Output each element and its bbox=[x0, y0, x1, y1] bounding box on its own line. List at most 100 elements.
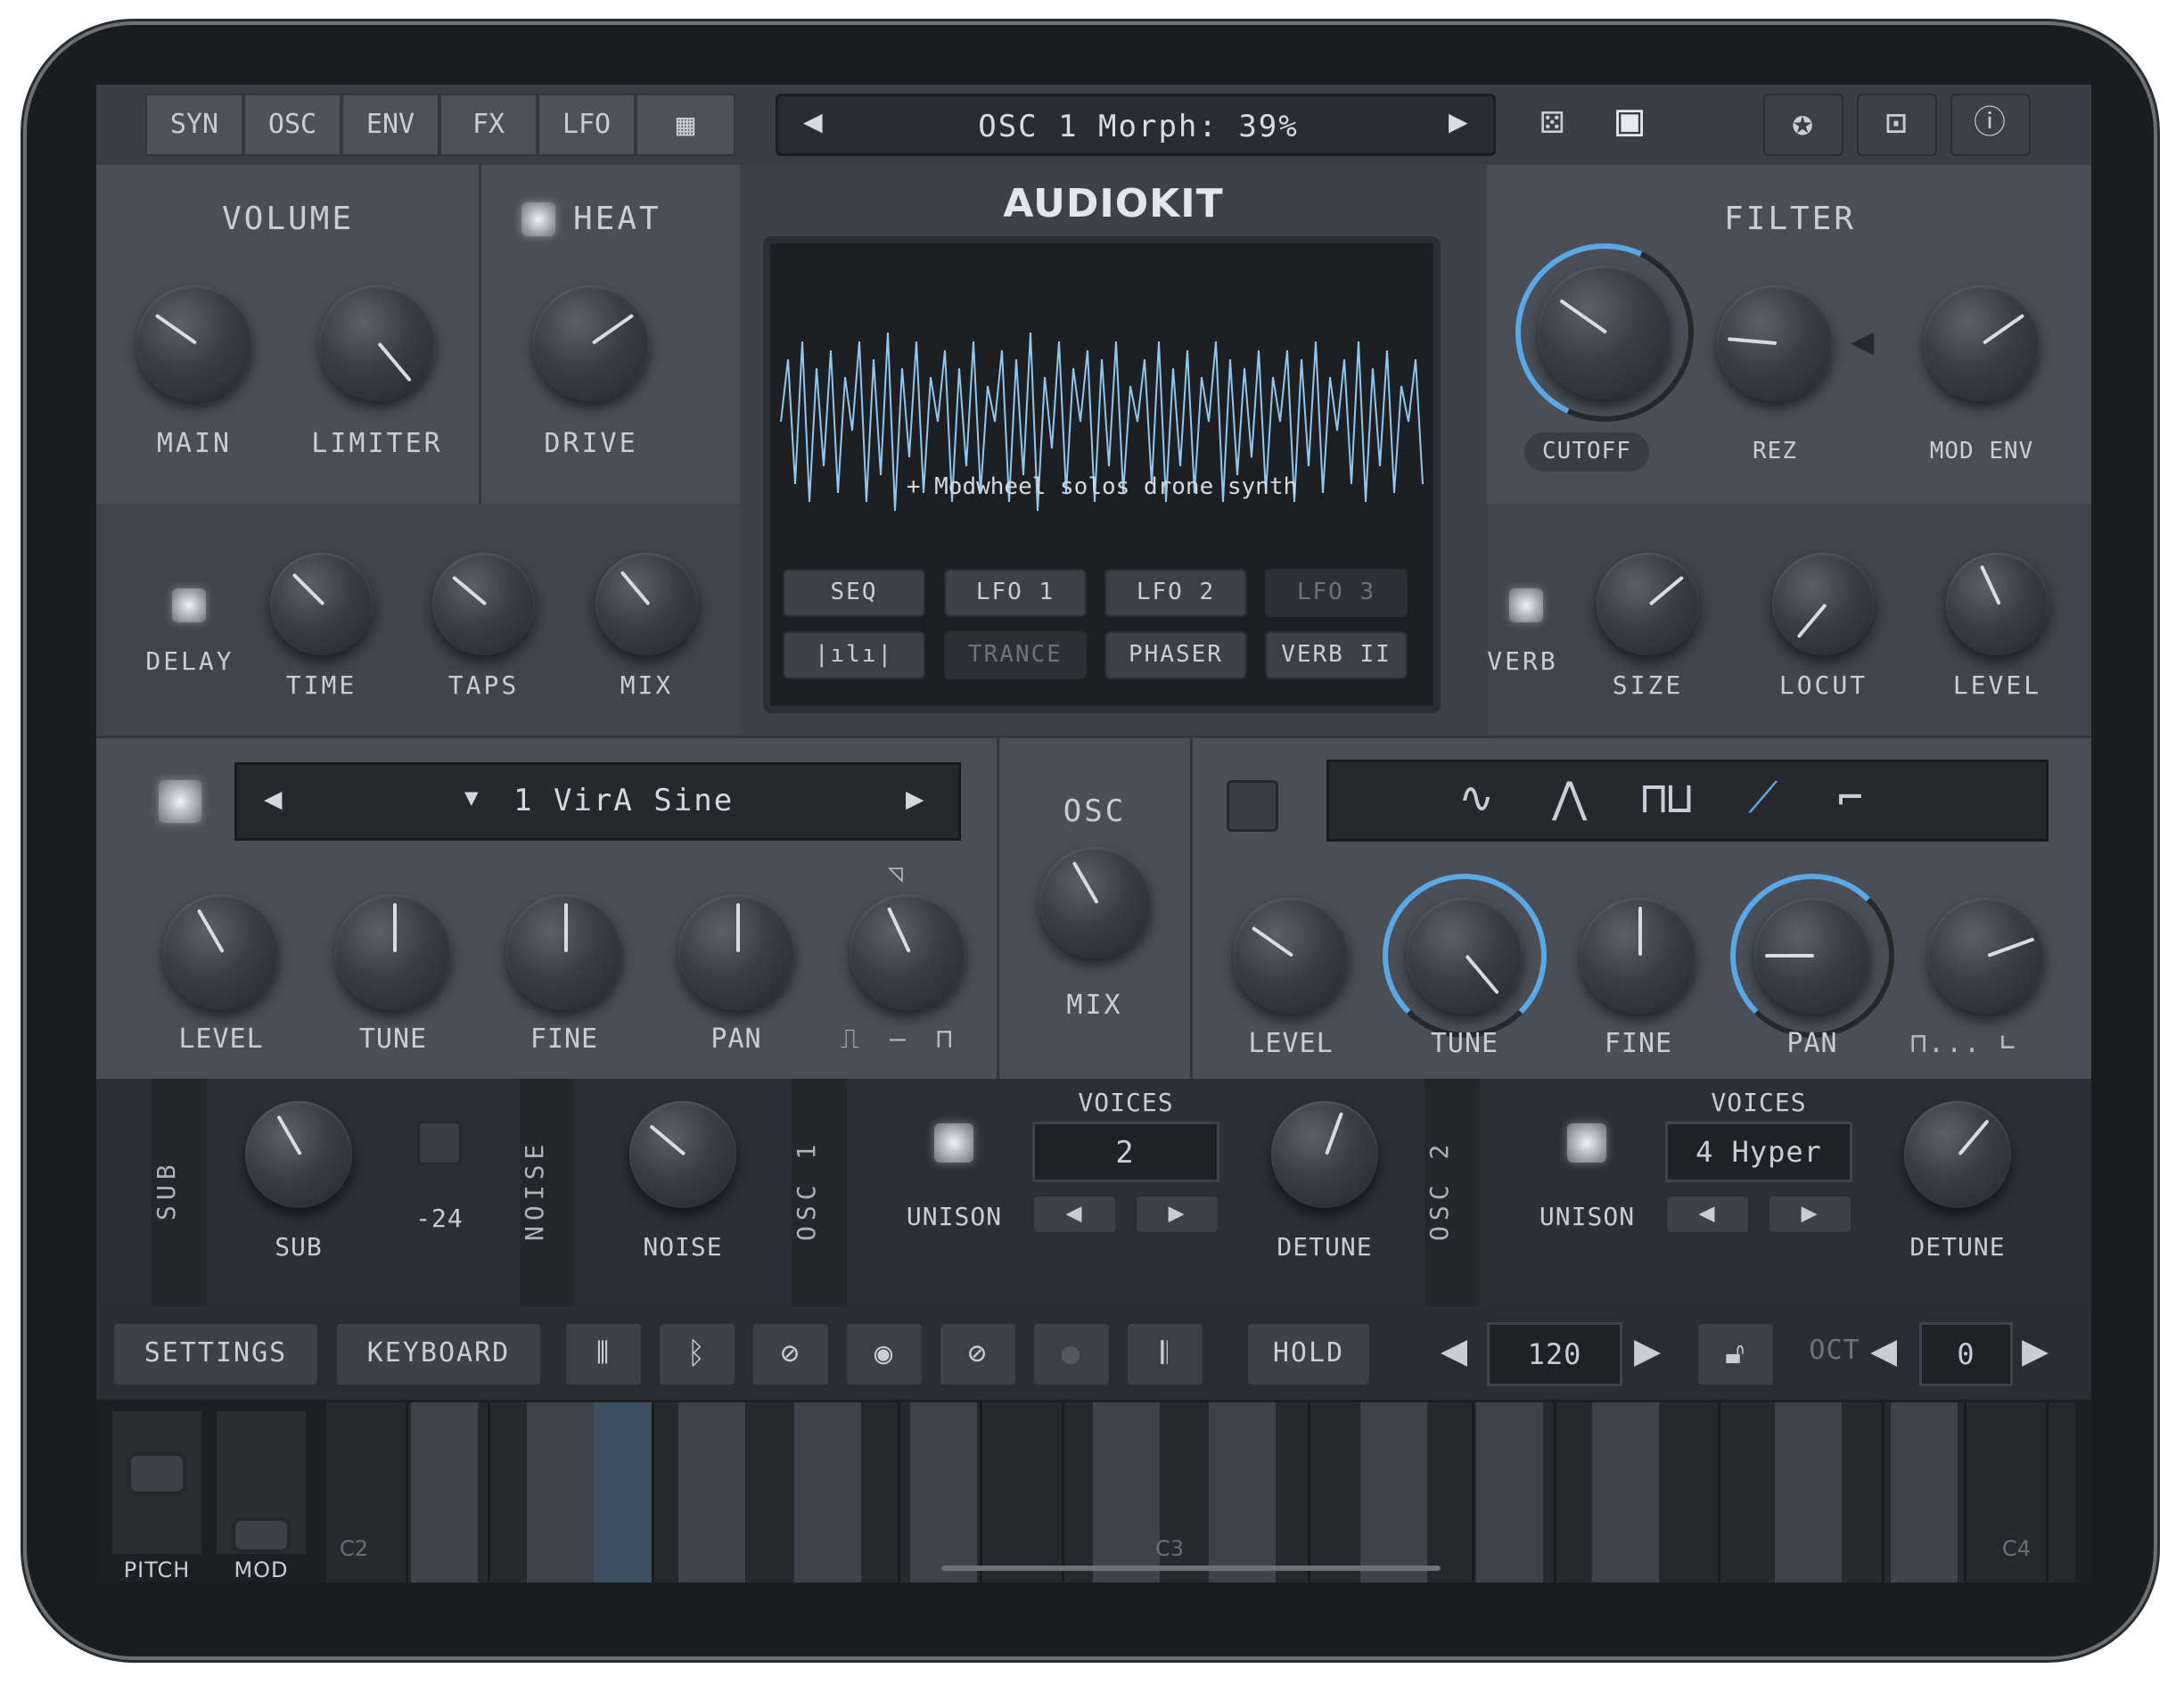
heat-toggle[interactable] bbox=[521, 202, 555, 236]
sine-wave-icon[interactable]: ∿ bbox=[1458, 773, 1494, 823]
osc2-voices-prev-icon[interactable]: ◀ bbox=[1665, 1195, 1750, 1234]
osc2-voices-next-icon[interactable]: ▶ bbox=[1768, 1195, 1852, 1234]
waveform-view-icon[interactable]: |ılı| bbox=[783, 631, 925, 679]
tab-lfo[interactable]: LFO bbox=[538, 94, 636, 156]
verb-level-knob[interactable] bbox=[1946, 553, 2049, 655]
hold-button[interactable]: HOLD bbox=[1246, 1322, 1371, 1386]
verb2-button[interactable]: VERB II bbox=[1265, 631, 1408, 679]
piano-key-black[interactable] bbox=[1592, 1402, 1659, 1582]
dice-icon[interactable]: ⚄ bbox=[1540, 97, 1564, 143]
osc1-detune-knob[interactable] bbox=[1271, 1101, 1378, 1208]
osc1-toggle[interactable] bbox=[159, 780, 201, 823]
audiobus-icon[interactable]: ✪ bbox=[1763, 94, 1843, 156]
verb-toggle[interactable] bbox=[1509, 588, 1543, 622]
osc1-fine-knob[interactable] bbox=[506, 894, 622, 1010]
drive-knob[interactable] bbox=[533, 285, 649, 401]
delay-toggle[interactable] bbox=[172, 588, 206, 622]
osc2-detune-knob[interactable] bbox=[1904, 1101, 2011, 1208]
pitch-wheel-handle[interactable] bbox=[127, 1451, 187, 1496]
trance-button[interactable]: TRANCE bbox=[944, 631, 1087, 679]
piano-icon[interactable]: 𝄃 bbox=[1126, 1322, 1204, 1386]
osc-mix-knob[interactable] bbox=[1039, 847, 1151, 958]
piano-key-black[interactable] bbox=[1476, 1402, 1543, 1582]
delay-taps-knob[interactable] bbox=[432, 553, 535, 655]
osc1-tune-knob[interactable] bbox=[335, 894, 451, 1010]
osc2-pan-knob[interactable] bbox=[1754, 898, 1870, 1014]
osc2-fine-knob[interactable] bbox=[1581, 898, 1696, 1014]
piano-key-black[interactable] bbox=[527, 1402, 594, 1582]
tempo-display[interactable]: 120 bbox=[1487, 1322, 1622, 1386]
mod-wheel-handle[interactable] bbox=[231, 1516, 291, 1554]
mod-env-knob[interactable] bbox=[1924, 285, 2040, 401]
osc1-prev-icon[interactable]: ◀ bbox=[264, 781, 282, 817]
settings-button[interactable]: SETTINGS bbox=[112, 1322, 319, 1386]
midi-icon[interactable]: ◉ bbox=[845, 1322, 924, 1386]
octave-up-icon[interactable]: ▶ bbox=[2022, 1324, 2049, 1376]
window-icon[interactable]: ⊡ bbox=[1857, 94, 1937, 156]
osc1-next-icon[interactable]: ▶ bbox=[906, 781, 924, 817]
bluetooth-icon[interactable]: ᛒ bbox=[658, 1322, 736, 1386]
piano-key-black[interactable] bbox=[1093, 1402, 1160, 1582]
unlock-icon[interactable]: 🔓︎ bbox=[1696, 1322, 1775, 1386]
tab-osc[interactable]: OSC bbox=[243, 94, 341, 156]
seq-button[interactable]: SEQ bbox=[783, 569, 925, 617]
pulse-wave-icon[interactable]: ⌐ bbox=[1837, 773, 1863, 823]
piano-key[interactable] bbox=[2049, 1402, 2075, 1582]
link-icon[interactable]: ⊘ bbox=[751, 1322, 830, 1386]
piano-key-black[interactable] bbox=[411, 1402, 478, 1582]
sliders-icon[interactable]: ⫴ bbox=[564, 1322, 643, 1386]
piano-key-black[interactable] bbox=[910, 1402, 977, 1582]
osc1-morph-knob[interactable] bbox=[850, 894, 965, 1010]
piano-key[interactable] bbox=[982, 1402, 1064, 1582]
tab-fx[interactable]: FX bbox=[439, 94, 538, 156]
osc2-toggle[interactable] bbox=[1227, 780, 1278, 832]
square-wave-icon[interactable]: ⊓⊔ bbox=[1641, 773, 1693, 823]
panic-icon[interactable]: ⊘ bbox=[939, 1322, 1017, 1386]
keyboard-button[interactable]: KEYBOARD bbox=[335, 1322, 542, 1386]
save-icon[interactable]: ▣ bbox=[1616, 94, 1643, 145]
piano-key-black[interactable] bbox=[1209, 1402, 1276, 1582]
tempo-down-icon[interactable]: ◀ bbox=[1441, 1324, 1467, 1376]
lfo1-button[interactable]: LFO 1 bbox=[944, 569, 1087, 617]
osc1-level-knob[interactable] bbox=[163, 894, 279, 1010]
piano-key-black[interactable] bbox=[678, 1402, 745, 1582]
osc2-tune-knob[interactable] bbox=[1407, 898, 1523, 1014]
osc1-voices-next-icon[interactable]: ▶ bbox=[1135, 1195, 1219, 1234]
mod-wheel[interactable] bbox=[217, 1411, 306, 1554]
saw-wave-icon[interactable]: ⟋ bbox=[1748, 773, 1778, 824]
grid-menu-icon[interactable]: ▦ bbox=[636, 94, 735, 156]
osc1-wave-selector[interactable]: ◀ ▼ 1 VirA Sine ▶ bbox=[234, 762, 961, 841]
osc2-shape-knob[interactable] bbox=[1928, 898, 2044, 1014]
triangle-wave-icon[interactable]: ⋀ bbox=[1552, 773, 1587, 823]
home-indicator[interactable] bbox=[941, 1566, 1441, 1571]
noise-knob[interactable] bbox=[629, 1101, 736, 1208]
osc1-voices-prev-icon[interactable]: ◀ bbox=[1032, 1195, 1117, 1234]
limiter-knob[interactable] bbox=[319, 285, 435, 401]
osc2-level-knob[interactable] bbox=[1233, 898, 1349, 1014]
osc1-pan-knob[interactable] bbox=[678, 894, 794, 1010]
main-volume-knob[interactable] bbox=[136, 285, 252, 401]
piano-key-black[interactable] bbox=[1775, 1402, 1842, 1582]
octave-down-icon[interactable]: ◀ bbox=[1870, 1324, 1897, 1376]
sub-knob[interactable] bbox=[245, 1101, 352, 1208]
osc2-unison-toggle[interactable] bbox=[1567, 1123, 1606, 1163]
tab-syn[interactable]: SYN bbox=[145, 94, 243, 156]
piano-key-black[interactable] bbox=[1360, 1402, 1427, 1582]
verb-size-knob[interactable] bbox=[1597, 553, 1699, 655]
piano-key-black[interactable] bbox=[794, 1402, 861, 1582]
cutoff-knob[interactable] bbox=[1538, 266, 1671, 399]
verb-locut-knob[interactable] bbox=[1772, 553, 1875, 655]
phaser-button[interactable]: PHASER bbox=[1104, 631, 1247, 679]
osc1-unison-toggle[interactable] bbox=[934, 1123, 973, 1163]
next-arrow-icon[interactable]: ▶ bbox=[1449, 103, 1468, 140]
delay-mix-knob[interactable] bbox=[595, 553, 698, 655]
delay-time-knob[interactable] bbox=[270, 553, 373, 655]
tempo-up-icon[interactable]: ▶ bbox=[1634, 1324, 1661, 1376]
pitch-wheel[interactable] bbox=[112, 1411, 201, 1554]
tab-env[interactable]: ENV bbox=[341, 94, 439, 156]
sub-octave-toggle[interactable] bbox=[417, 1121, 462, 1165]
record-icon[interactable]: ● bbox=[1032, 1322, 1111, 1386]
lfo2-button[interactable]: LFO 2 bbox=[1104, 569, 1247, 617]
rez-knob[interactable] bbox=[1717, 285, 1833, 401]
osc1-dropdown-icon[interactable]: ▼ bbox=[464, 785, 479, 811]
